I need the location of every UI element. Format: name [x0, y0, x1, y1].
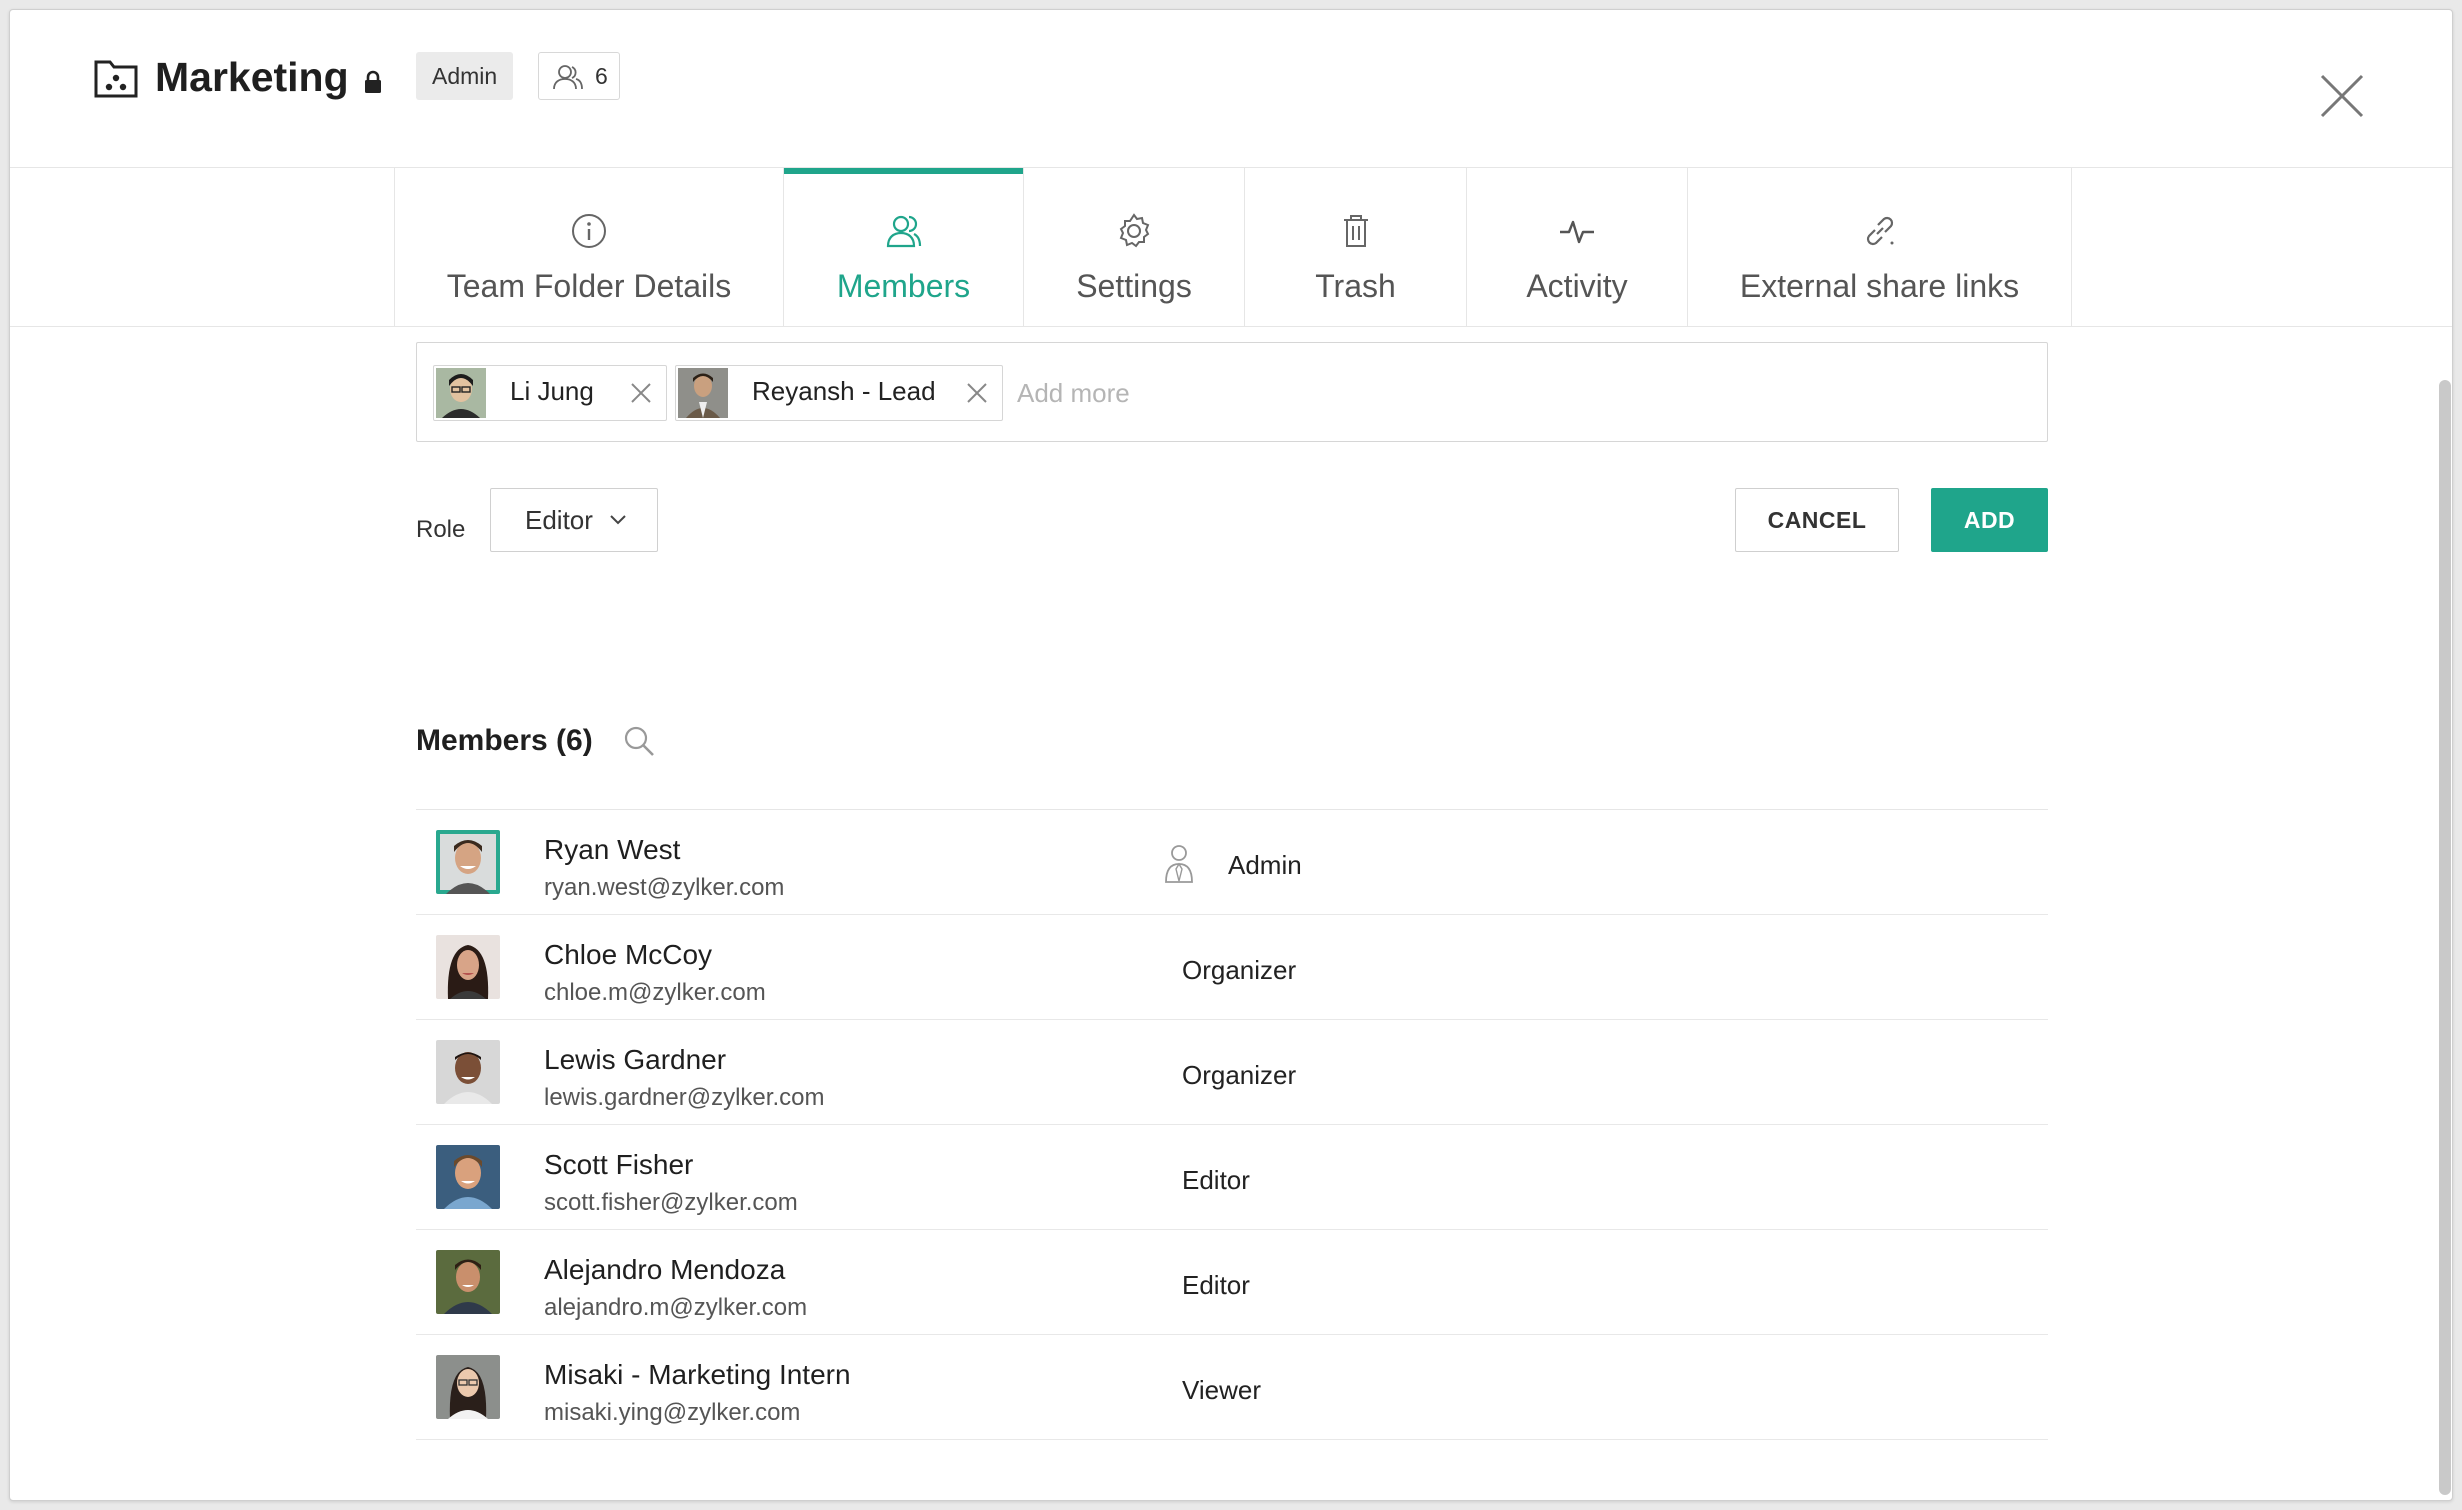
member-role: Viewer [1182, 1375, 1262, 1405]
members-list: Ryan West ryan.west@zylker.com Admin Chl… [416, 809, 2048, 1440]
role-label: Role [416, 516, 466, 543]
members-icon [886, 215, 921, 248]
chevron-down-icon [610, 515, 626, 525]
member-chip-li-jung: Li Jung [433, 365, 667, 421]
tab-team-folder-details[interactable]: Team Folder Details [395, 168, 784, 326]
add-members-field[interactable]: Li Jung Reyansh - Lead [416, 342, 2048, 442]
close-icon[interactable] [2318, 72, 2366, 120]
tab-label: Team Folder Details [446, 268, 732, 304]
team-folder-dialog: Marketing Admin 6 Team Folder Details Me… [9, 9, 2453, 1501]
link-icon [1866, 216, 1893, 246]
avatar [436, 1040, 500, 1104]
member-count: 6 [595, 63, 608, 89]
team-folder-icon [94, 60, 138, 98]
member-name: Scott Fisher [544, 1149, 694, 1180]
member-name: Chloe McCoy [544, 939, 713, 970]
member-email: misaki.ying@zylker.com [544, 1399, 801, 1426]
member-role: Organizer [1182, 955, 1297, 985]
role-dropdown[interactable]: Editor [490, 488, 658, 552]
avatar [436, 1355, 500, 1419]
member-name: Lewis Gardner [544, 1044, 727, 1075]
member-name: Alejandro Mendoza [544, 1254, 786, 1285]
tab-external-share-links[interactable]: External share links [1688, 168, 2072, 326]
add-more-input[interactable] [1017, 365, 2037, 421]
chip-name: Li Jung [510, 376, 594, 406]
trash-icon [1343, 215, 1368, 247]
member-email: ryan.west@zylker.com [544, 874, 785, 901]
member-name: Ryan West [544, 834, 681, 865]
page-title: Marketing [155, 54, 349, 100]
avatar [436, 935, 500, 999]
member-row-alejandro-mendoza[interactable]: Alejandro Mendoza alejandro.m@zylker.com… [416, 1230, 2048, 1335]
member-role: Admin [1228, 850, 1302, 880]
cancel-button[interactable]: CANCEL [1735, 488, 1899, 552]
members-heading: Members (6) [416, 724, 593, 757]
member-role: Editor [1182, 1270, 1250, 1300]
tab-label: External share links [1739, 268, 2020, 304]
activity-icon [1560, 220, 1594, 244]
tab-settings[interactable]: Settings [1024, 168, 1245, 326]
member-email: alejandro.m@zylker.com [544, 1294, 808, 1321]
admin-user-icon [1165, 845, 1193, 883]
member-name: Misaki - Marketing Intern [544, 1359, 851, 1390]
member-row-scott-fisher[interactable]: Scott Fisher scott.fisher@zylker.com Edi… [416, 1125, 2048, 1230]
vertical-scrollbar[interactable] [2439, 380, 2451, 1495]
chip-name: Reyansh - Lead [752, 376, 936, 406]
tabs-divider [10, 326, 2452, 327]
members-icon [553, 65, 583, 90]
tab-label: Trash [1315, 268, 1396, 304]
member-row-chloe-mccoy[interactable]: Chloe McCoy chloe.m@zylker.com Organizer [416, 915, 2048, 1020]
avatar [436, 1145, 500, 1209]
member-row-misaki[interactable]: Misaki - Marketing Intern misaki.ying@zy… [416, 1335, 2048, 1440]
member-role: Editor [1182, 1165, 1250, 1195]
tab-bar: Team Folder Details Members Settings Tra… [394, 168, 2072, 326]
member-count-badge[interactable]: 6 [538, 52, 620, 100]
remove-chip-icon[interactable] [964, 380, 990, 406]
tab-label: Activity [1526, 268, 1628, 304]
info-icon [572, 214, 606, 248]
search-icon[interactable] [622, 724, 656, 758]
role-dropdown-value: Editor [525, 505, 593, 535]
avatar [436, 368, 486, 418]
avatar [678, 368, 728, 418]
dialog-header: Marketing Admin 6 [10, 10, 2452, 168]
tab-trash[interactable]: Trash [1245, 168, 1467, 326]
gear-icon [1119, 213, 1150, 248]
tab-activity[interactable]: Activity [1467, 168, 1688, 326]
tab-label: Settings [1076, 268, 1192, 304]
remove-chip-icon[interactable] [628, 380, 654, 406]
tab-members[interactable]: Members [784, 168, 1024, 326]
tab-label: Members [836, 268, 971, 304]
role-badge: Admin [416, 52, 514, 100]
add-button[interactable]: ADD [1931, 488, 2048, 552]
avatar [436, 1250, 500, 1314]
lock-icon [365, 70, 381, 93]
member-row-ryan-west[interactable]: Ryan West ryan.west@zylker.com Admin [416, 810, 2048, 915]
member-row-lewis-gardner[interactable]: Lewis Gardner lewis.gardner@zylker.com O… [416, 1020, 2048, 1125]
member-chip-reyansh: Reyansh - Lead [675, 365, 1003, 421]
member-email: scott.fisher@zylker.com [544, 1189, 798, 1216]
member-role: Organizer [1182, 1060, 1297, 1090]
member-email: chloe.m@zylker.com [544, 979, 766, 1006]
avatar [436, 830, 500, 894]
member-email: lewis.gardner@zylker.com [544, 1084, 825, 1111]
